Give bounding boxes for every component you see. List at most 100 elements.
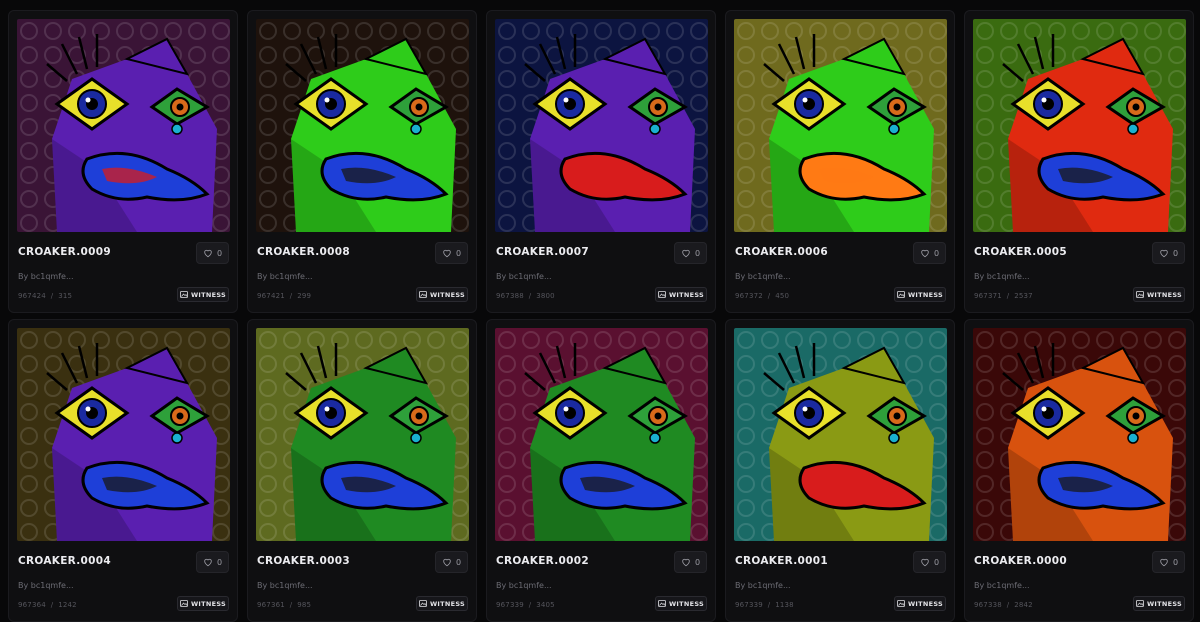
witness-button[interactable]: WITNESS (655, 287, 707, 302)
card-title[interactable]: CROAKER.0000 (974, 555, 1067, 567)
card-title[interactable]: CROAKER.0005 (974, 246, 1067, 258)
image-frame-icon (897, 600, 905, 607)
owner-address[interactable]: By bc1qmfe... (496, 581, 552, 590)
image-frame-icon (180, 291, 188, 298)
collection-grid: CROAKER.0009 0 By bc1qmfe... 967424 / 31… (0, 0, 1200, 622)
nft-artwork-image[interactable] (17, 19, 230, 232)
like-button[interactable]: 0 (435, 551, 468, 573)
nft-artwork-image[interactable] (256, 19, 469, 232)
witness-label: WITNESS (429, 290, 466, 299)
card-title[interactable]: CROAKER.0001 (735, 555, 828, 567)
stats-separator: / (289, 292, 293, 300)
item-number: 985 (297, 601, 312, 609)
stats-separator: / (767, 601, 771, 609)
card-title[interactable]: CROAKER.0009 (18, 246, 111, 258)
card-title[interactable]: CROAKER.0004 (18, 555, 111, 567)
item-number: 2842 (1014, 601, 1033, 609)
like-button[interactable]: 0 (913, 242, 946, 264)
like-count: 0 (455, 248, 462, 258)
witness-button[interactable]: WITNESS (1133, 596, 1185, 611)
nft-card[interactable]: CROAKER.0003 0 By bc1qmfe... 967361 / 98… (247, 319, 477, 622)
owner-address[interactable]: By bc1qmfe... (974, 581, 1030, 590)
like-button[interactable]: 0 (674, 551, 707, 573)
witness-label: WITNESS (907, 599, 944, 608)
witness-button[interactable]: WITNESS (894, 287, 946, 302)
owner-address[interactable]: By bc1qmfe... (18, 272, 74, 281)
inscription-stats: 967424 / 315 (18, 292, 72, 300)
nft-artwork-image[interactable] (734, 19, 947, 232)
witness-button[interactable]: WITNESS (177, 596, 229, 611)
like-button[interactable]: 0 (196, 242, 229, 264)
stats-separator: / (50, 601, 54, 609)
nft-card[interactable]: CROAKER.0005 0 By bc1qmfe... 967371 / 25… (964, 10, 1194, 313)
item-number: 1242 (58, 601, 77, 609)
nft-card[interactable]: CROAKER.0002 0 By bc1qmfe... 967339 / 34… (486, 319, 716, 622)
card-title[interactable]: CROAKER.0006 (735, 246, 828, 258)
inscription-number: 967361 (257, 601, 285, 609)
witness-button[interactable]: WITNESS (655, 596, 707, 611)
witness-label: WITNESS (429, 599, 466, 608)
inscription-stats: 967364 / 1242 (18, 601, 77, 609)
nft-card[interactable]: CROAKER.0006 0 By bc1qmfe... 967372 / 45… (725, 10, 955, 313)
image-frame-icon (658, 291, 666, 298)
nft-artwork-image[interactable] (256, 328, 469, 541)
witness-button[interactable]: WITNESS (177, 287, 229, 302)
like-button[interactable]: 0 (674, 242, 707, 264)
image-frame-icon (419, 600, 427, 607)
frog-artwork (256, 328, 469, 541)
card-title[interactable]: CROAKER.0003 (257, 555, 350, 567)
nft-card[interactable]: CROAKER.0000 0 By bc1qmfe... 967338 / 28… (964, 319, 1194, 622)
nft-artwork-image[interactable] (973, 328, 1186, 541)
witness-label: WITNESS (1146, 290, 1183, 299)
owner-address[interactable]: By bc1qmfe... (18, 581, 74, 590)
like-button[interactable]: 0 (1152, 242, 1185, 264)
like-button[interactable]: 0 (913, 551, 946, 573)
item-number: 299 (297, 292, 312, 300)
inscription-stats: 967421 / 299 (257, 292, 311, 300)
like-button[interactable]: 0 (196, 551, 229, 573)
owner-address[interactable]: By bc1qmfe... (735, 581, 791, 590)
witness-button[interactable]: WITNESS (416, 596, 468, 611)
stats-separator: / (767, 292, 771, 300)
inscription-stats: 967339 / 1138 (735, 601, 794, 609)
witness-label: WITNESS (668, 290, 705, 299)
nft-card[interactable]: CROAKER.0008 0 By bc1qmfe... 967421 / 29… (247, 10, 477, 313)
inscription-number: 967388 (496, 292, 524, 300)
heart-icon (1160, 558, 1168, 567)
card-title[interactable]: CROAKER.0002 (496, 555, 589, 567)
item-number: 3800 (536, 292, 555, 300)
owner-address[interactable]: By bc1qmfe... (496, 272, 552, 281)
heart-icon (204, 249, 212, 258)
nft-artwork-image[interactable] (734, 328, 947, 541)
witness-label: WITNESS (1146, 599, 1183, 608)
owner-address[interactable]: By bc1qmfe... (735, 272, 791, 281)
inscription-number: 967424 (18, 292, 46, 300)
image-frame-icon (180, 600, 188, 607)
like-button[interactable]: 0 (435, 242, 468, 264)
frog-artwork (17, 328, 230, 541)
heart-icon (1160, 249, 1168, 258)
owner-address[interactable]: By bc1qmfe... (974, 272, 1030, 281)
witness-button[interactable]: WITNESS (416, 287, 468, 302)
like-button[interactable]: 0 (1152, 551, 1185, 573)
nft-card[interactable]: CROAKER.0004 0 By bc1qmfe... 967364 / 12… (8, 319, 238, 622)
nft-artwork-image[interactable] (495, 328, 708, 541)
heart-icon (443, 249, 451, 258)
witness-button[interactable]: WITNESS (894, 596, 946, 611)
owner-address[interactable]: By bc1qmfe... (257, 272, 313, 281)
witness-button[interactable]: WITNESS (1133, 287, 1185, 302)
card-title[interactable]: CROAKER.0007 (496, 246, 589, 258)
nft-card[interactable]: CROAKER.0007 0 By bc1qmfe... 967388 / 38… (486, 10, 716, 313)
nft-artwork-image[interactable] (495, 19, 708, 232)
card-title[interactable]: CROAKER.0008 (257, 246, 350, 258)
item-number: 315 (58, 292, 73, 300)
owner-address[interactable]: By bc1qmfe... (257, 581, 313, 590)
image-frame-icon (1136, 291, 1144, 298)
witness-label: WITNESS (190, 599, 227, 608)
stats-separator: / (1006, 292, 1010, 300)
nft-card[interactable]: CROAKER.0009 0 By bc1qmfe... 967424 / 31… (8, 10, 238, 313)
nft-card[interactable]: CROAKER.0001 0 By bc1qmfe... 967339 / 11… (725, 319, 955, 622)
inscription-number: 967364 (18, 601, 46, 609)
nft-artwork-image[interactable] (17, 328, 230, 541)
nft-artwork-image[interactable] (973, 19, 1186, 232)
